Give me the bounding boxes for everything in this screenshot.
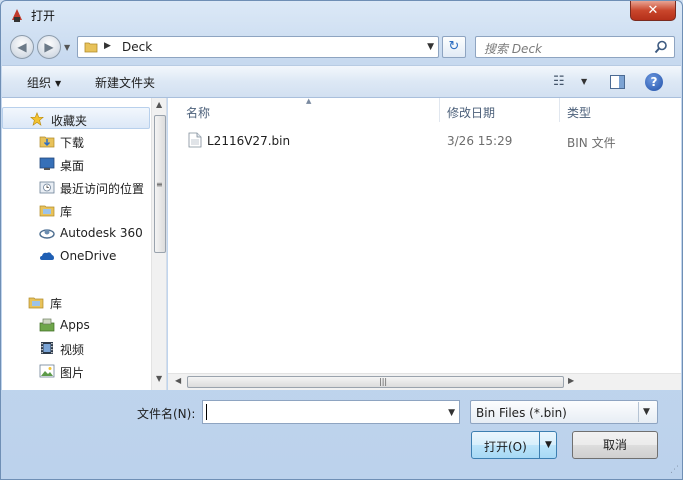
autodesk-icon — [39, 229, 55, 239]
scroll-right-icon[interactable]: ▶ — [568, 376, 574, 385]
filename-input[interactable] — [207, 402, 437, 422]
column-divider[interactable] — [559, 98, 560, 122]
window-title: 打开 — [31, 9, 56, 23]
nav-item-libraries[interactable]: 库 — [2, 291, 150, 313]
scrollbar-thumb[interactable]: ||| — [187, 376, 564, 388]
refresh-button[interactable]: ↻ — [442, 36, 466, 58]
scrollbar-grip-icon: ≡ — [156, 180, 163, 189]
breadcrumb-current[interactable]: Deck — [122, 40, 152, 54]
file-list: ▲ 名称 修改日期 类型 L2116V27.bin 3/26 15:29 BIN… — [168, 97, 681, 390]
chevron-down-icon[interactable]: ▼ — [448, 408, 455, 418]
back-button[interactable]: ◀ — [10, 35, 34, 59]
recent-pages-dropdown[interactable]: ▼ — [64, 43, 70, 52]
nav-label: 图片 — [60, 366, 85, 380]
file-list-hscrollbar[interactable]: ◀ ||| ▶ — [168, 373, 681, 390]
scroll-down-icon[interactable]: ▼ — [156, 374, 162, 383]
column-header-name[interactable]: 名称 — [186, 98, 210, 122]
column-header-type[interactable]: 类型 — [567, 98, 591, 122]
nav-label: Apps — [60, 318, 90, 332]
open-file-dialog: 打开 ✕ ◀ ▶ ▼ ▶ Deck ▼ ↻ 搜索 Deck 组织 ▼ 新建文件夹 … — [0, 0, 683, 480]
nav-item-downloads[interactable]: 下载 — [2, 130, 150, 152]
view-options-dropdown[interactable]: ▼ — [581, 77, 587, 86]
desktop-icon — [39, 157, 55, 170]
video-icon — [41, 342, 53, 354]
star-icon — [30, 112, 44, 126]
nav-item-libraries-fav[interactable]: 库 — [2, 199, 150, 221]
nav-label: Autodesk 360 — [60, 226, 143, 240]
arrow-left-icon: ◀ — [17, 40, 27, 54]
nav-label: OneDrive — [60, 249, 117, 263]
refresh-icon: ↻ — [448, 39, 460, 54]
nav-label: 下载 — [60, 136, 85, 150]
file-date: 3/26 15:29 — [447, 134, 513, 148]
search-input[interactable]: 搜索 Deck — [484, 40, 542, 57]
recent-places-icon — [39, 181, 55, 194]
nav-item-videos[interactable]: 视频 — [2, 337, 150, 359]
apps-icon — [39, 318, 55, 332]
resize-grip-icon[interactable]: ⋰ — [670, 465, 679, 475]
text-cursor — [206, 404, 207, 420]
chevron-down-icon[interactable]: ▼ — [638, 402, 654, 422]
picture-icon — [39, 364, 55, 378]
forward-button[interactable]: ▶ — [37, 35, 61, 59]
nav-label: 桌面 — [60, 159, 85, 173]
organize-label: 组织 — [27, 76, 52, 90]
nav-item-favorites[interactable]: 收藏夹 — [2, 107, 150, 129]
open-button-label: 打开(O) — [484, 440, 527, 454]
sort-ascending-icon: ▲ — [306, 97, 312, 105]
nav-item-pictures[interactable]: 图片 — [2, 360, 150, 382]
organize-menu-button[interactable]: 组织 ▼ — [27, 74, 61, 91]
scroll-up-icon[interactable]: ▲ — [156, 100, 162, 109]
column-header-date[interactable]: 修改日期 — [447, 98, 495, 122]
app-icon — [12, 9, 22, 22]
scrollbar-grip-icon: ||| — [379, 377, 388, 386]
view-options-icon[interactable]: ☷ — [553, 74, 565, 89]
nav-item-autodesk-360[interactable]: Autodesk 360 — [2, 222, 150, 244]
nav-item-apps[interactable]: Apps — [2, 314, 150, 336]
scroll-left-icon[interactable]: ◀ — [175, 376, 181, 385]
chevron-down-icon: ▼ — [55, 79, 62, 88]
onedrive-icon — [40, 252, 54, 260]
folder-icon — [84, 42, 98, 53]
nav-label: 库 — [60, 205, 73, 219]
filename-combobox[interactable]: ▼ — [202, 400, 460, 424]
search-icon[interactable] — [654, 40, 668, 54]
address-bar[interactable]: ▶ Deck ▼ — [77, 36, 439, 58]
breadcrumb-separator-icon[interactable]: ▶ — [104, 41, 111, 51]
nav-item-desktop[interactable]: 桌面 — [2, 153, 150, 175]
nav-label: 收藏夹 — [51, 114, 88, 128]
preview-pane-button[interactable] — [610, 75, 625, 89]
nav-label: 视频 — [60, 343, 85, 357]
arrow-right-icon: ▶ — [44, 40, 54, 54]
file-row[interactable]: L2116V27.bin 3/26 15:29 BIN 文件 — [186, 131, 666, 151]
command-bar: 组织 ▼ 新建文件夹 ☷ ▼ ? — [2, 65, 681, 98]
open-options-dropdown[interactable]: ▼ — [539, 432, 557, 458]
column-divider[interactable] — [439, 98, 440, 122]
close-button[interactable]: ✕ — [630, 1, 676, 21]
file-name: L2116V27.bin — [207, 134, 291, 148]
nav-item-recent[interactable]: 最近访问的位置 — [2, 176, 150, 198]
library-icon — [39, 205, 55, 217]
filter-value: Bin Files (*.bin) — [476, 406, 567, 420]
title-bar[interactable]: 打开 ✕ — [1, 1, 682, 29]
new-folder-button[interactable]: 新建文件夹 — [95, 74, 155, 91]
nav-item-onedrive[interactable]: OneDrive — [2, 245, 150, 267]
cancel-button[interactable]: 取消 — [572, 431, 658, 459]
nav-pane-scrollbar[interactable]: ▲ ≡ ▼ — [151, 98, 166, 390]
open-button[interactable]: 打开(O) ▼ — [471, 431, 557, 459]
address-dropdown[interactable]: ▼ — [427, 42, 434, 52]
nav-label: 库 — [50, 297, 63, 311]
help-button[interactable]: ? — [645, 73, 663, 91]
download-folder-icon — [39, 136, 55, 148]
file-icon — [188, 132, 202, 148]
file-type: BIN 文件 — [567, 136, 616, 150]
library-icon — [28, 297, 44, 309]
filename-label: 文件名(N): — [137, 407, 196, 421]
file-type-filter[interactable]: Bin Files (*.bin) ▼ — [470, 400, 658, 424]
search-box[interactable]: 搜索 Deck — [475, 36, 675, 58]
nav-label: 最近访问的位置 — [60, 182, 145, 196]
navigation-pane: 收藏夹 下载 桌面 最近访问的位置 库 Autodesk 360 OneDriv… — [2, 98, 167, 390]
